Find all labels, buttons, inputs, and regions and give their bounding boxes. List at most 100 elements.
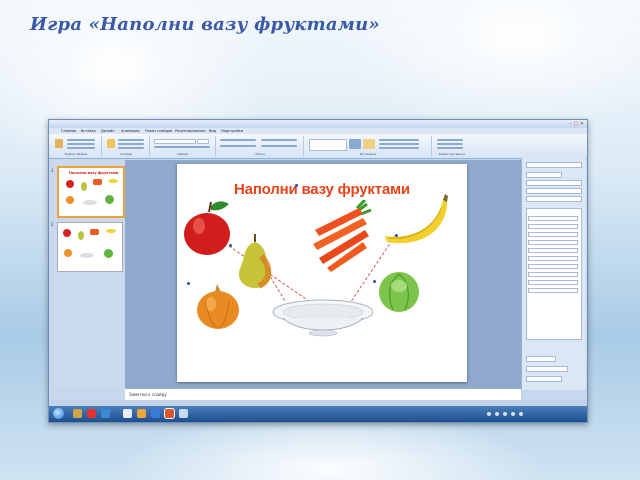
add-effect-button[interactable] bbox=[526, 172, 562, 178]
internet-explorer-icon[interactable] bbox=[101, 409, 110, 418]
tab-slideshow[interactable]: Показ слайдов bbox=[145, 129, 172, 133]
banana-thumb bbox=[108, 179, 118, 183]
format-painter-icon[interactable] bbox=[67, 147, 95, 149]
page-title: Игра «Наполни вазу фруктами» bbox=[30, 14, 380, 35]
font-name-select[interactable] bbox=[154, 139, 196, 144]
onion-thumb bbox=[64, 249, 72, 257]
tab-home[interactable]: Главная bbox=[61, 129, 76, 133]
tray-icon[interactable] bbox=[495, 412, 499, 416]
align-buttons[interactable] bbox=[220, 145, 256, 147]
list-buttons[interactable] bbox=[220, 139, 256, 141]
animation-handle[interactable] bbox=[395, 234, 398, 237]
effect-speed-select[interactable] bbox=[526, 196, 582, 202]
copy-icon[interactable] bbox=[67, 143, 95, 145]
media-player-icon[interactable] bbox=[87, 409, 96, 418]
smartart-button[interactable] bbox=[261, 145, 297, 147]
cabbage-image[interactable] bbox=[377, 270, 421, 314]
animation-list-item[interactable] bbox=[528, 264, 578, 269]
arrange-icon[interactable] bbox=[349, 139, 361, 149]
carrots-image[interactable] bbox=[305, 200, 375, 272]
onion-image[interactable] bbox=[195, 282, 241, 330]
tab-view[interactable]: Вид bbox=[209, 129, 216, 133]
slide-thumbnail-1[interactable]: Наполни вазу фруктами bbox=[57, 166, 125, 218]
animation-list-item[interactable] bbox=[528, 216, 578, 221]
onion-thumb bbox=[66, 196, 74, 204]
font-size-select[interactable] bbox=[197, 139, 209, 144]
ribbon-group-editing: Редактирование bbox=[433, 136, 471, 156]
app-icon[interactable] bbox=[137, 409, 146, 418]
carrot-thumb bbox=[93, 179, 102, 185]
slideshow-button[interactable] bbox=[526, 366, 568, 372]
effect-start-select[interactable] bbox=[526, 180, 582, 186]
ribbon-group-label: Шрифт bbox=[177, 152, 189, 156]
apple-image[interactable] bbox=[181, 198, 237, 256]
tray-icon[interactable] bbox=[519, 412, 523, 416]
shape-outline-button[interactable] bbox=[379, 143, 419, 145]
shape-effects-button[interactable] bbox=[379, 147, 419, 149]
layout-icon[interactable] bbox=[118, 139, 144, 141]
banana-image[interactable] bbox=[381, 194, 453, 244]
text-direction-button[interactable] bbox=[261, 139, 297, 141]
animation-handle[interactable] bbox=[229, 244, 232, 247]
fruit-vase[interactable] bbox=[271, 298, 375, 338]
app-icon[interactable] bbox=[179, 409, 188, 418]
replace-button[interactable] bbox=[437, 143, 463, 145]
folder-icon[interactable] bbox=[123, 409, 132, 418]
animation-list-item[interactable] bbox=[528, 288, 578, 293]
windows-start-icon[interactable] bbox=[53, 408, 64, 419]
find-button[interactable] bbox=[437, 139, 463, 141]
cut-icon[interactable] bbox=[67, 139, 95, 141]
animation-list-item[interactable] bbox=[528, 240, 578, 245]
tab-design[interactable]: Дизайн bbox=[101, 129, 115, 133]
windows-taskbar bbox=[49, 406, 587, 422]
notes-placeholder: Заметки к слайду bbox=[129, 392, 167, 397]
reset-icon[interactable] bbox=[118, 143, 144, 145]
vase-thumb bbox=[80, 253, 94, 258]
slides-pane: 1 Наполни вазу фруктами 2 bbox=[51, 160, 126, 388]
animation-list-item[interactable] bbox=[528, 280, 578, 285]
ribbon-group-label: Буфер обмена bbox=[64, 152, 88, 156]
play-button[interactable] bbox=[526, 356, 556, 362]
current-slide[interactable]: Наполни вазу фруктами bbox=[177, 164, 467, 382]
pear-thumb bbox=[78, 231, 84, 240]
ribbon-group-label: Слайды bbox=[119, 152, 133, 156]
autopreview-checkbox[interactable] bbox=[526, 376, 562, 382]
tab-addins[interactable]: Надстройки bbox=[221, 129, 243, 133]
ribbon-group-label: Абзац bbox=[255, 152, 265, 156]
tab-insert[interactable]: Вставка bbox=[81, 129, 96, 133]
shape-fill-button[interactable] bbox=[379, 139, 419, 141]
delete-slide-icon[interactable] bbox=[118, 147, 144, 149]
animation-handle[interactable] bbox=[187, 282, 190, 285]
animation-list-item[interactable] bbox=[528, 224, 578, 229]
window-controls[interactable]: – ▢ ✕ bbox=[569, 121, 584, 127]
tray-icon[interactable] bbox=[487, 412, 491, 416]
thumb-number: 1 bbox=[51, 168, 54, 173]
animation-list-item[interactable] bbox=[528, 272, 578, 277]
shapes-gallery[interactable] bbox=[309, 139, 347, 151]
animation-list-item[interactable] bbox=[528, 248, 578, 253]
pane-header[interactable] bbox=[526, 162, 582, 168]
quick-styles-icon[interactable] bbox=[363, 139, 375, 149]
explorer-icon[interactable] bbox=[73, 409, 82, 418]
ribbon-group-slides: Слайды bbox=[103, 136, 150, 156]
tray-icon[interactable] bbox=[503, 412, 507, 416]
ribbon-group-label: Рисование bbox=[359, 152, 377, 156]
animation-list-item[interactable] bbox=[528, 232, 578, 237]
animation-handle[interactable] bbox=[373, 280, 376, 283]
paste-icon[interactable] bbox=[55, 139, 63, 148]
slide-thumbnail-2[interactable] bbox=[57, 222, 123, 272]
animation-list-item[interactable] bbox=[528, 256, 578, 261]
ribbon: Буфер обмена Слайды Шрифт Абзац Рисовани… bbox=[49, 134, 587, 159]
tray-icon[interactable] bbox=[511, 412, 515, 416]
tab-review[interactable]: Рецензирование bbox=[175, 129, 206, 133]
new-slide-icon[interactable] bbox=[107, 139, 115, 148]
pear-thumb bbox=[81, 182, 87, 191]
word-icon[interactable] bbox=[151, 409, 160, 418]
animation-handle[interactable] bbox=[295, 184, 298, 187]
cabbage-thumb bbox=[105, 195, 114, 204]
powerpoint-icon[interactable] bbox=[165, 409, 174, 418]
select-button[interactable] bbox=[437, 147, 463, 149]
effect-path-select[interactable] bbox=[526, 188, 582, 194]
font-style-buttons[interactable] bbox=[154, 146, 210, 148]
tab-animation[interactable]: Анимация bbox=[121, 129, 140, 133]
